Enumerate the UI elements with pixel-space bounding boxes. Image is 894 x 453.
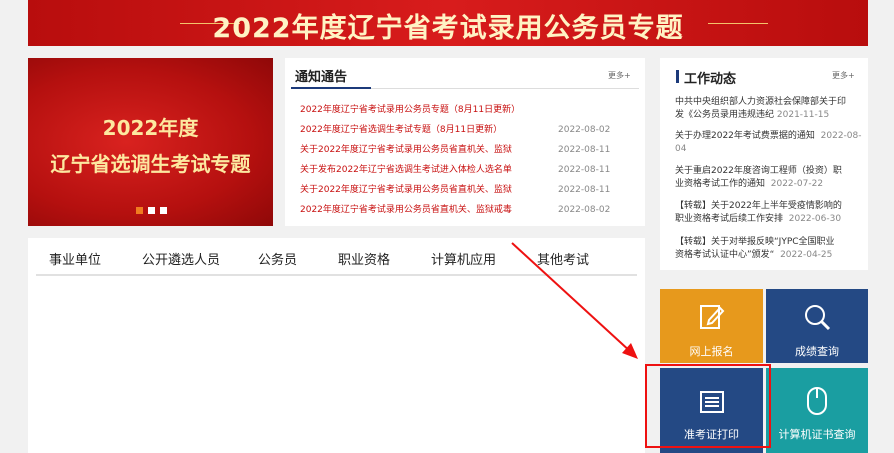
work-news-line[interactable]: 中共中央组织部人力资源社会保障部关于印 [675, 96, 865, 109]
magnifier-icon [805, 305, 831, 331]
promo-line-1: 2022年度 [102, 116, 199, 140]
work-more-link[interactable]: 更多+ [832, 70, 855, 81]
work-news-date: 2022-04-25 [780, 250, 833, 260]
promo-slide[interactable]: 2022年度 辽宁省选调生考试专题 [28, 58, 273, 226]
work-news-item[interactable]: 【转载】关于2022年上半年受疫情影响的 职业资格考试后续工作安排 2022-06… [675, 200, 865, 226]
notice-item[interactable]: 关于2022年度辽宁省考试录用公务员省直机关、监狱 2022-08-11 [300, 140, 640, 160]
notice-item-date: 2022-08-11 [558, 185, 611, 195]
tab-public-institution[interactable]: 事业单位 [49, 249, 101, 268]
notice-item-title[interactable]: 关于2022年度辽宁省考试录用公务员省直机关、监狱 [300, 145, 512, 155]
work-news-line[interactable]: 关于重启2022年度咨询工程师（投资）职 [675, 165, 865, 178]
notice-item[interactable]: 2022年度辽宁省考试录用公务员专题（8月11日更新） [300, 100, 640, 120]
promo-line-2: 辽宁省选调生考试专题 [50, 152, 251, 176]
edit-icon [699, 305, 724, 329]
online-registration-tile[interactable]: 网上报名 [660, 289, 763, 363]
notice-title: 通知通告 [295, 70, 348, 85]
work-news-line[interactable]: 【转载】关于2022年上半年受疫情影响的 [675, 200, 865, 213]
notice-item-date: 2022-08-11 [558, 165, 611, 175]
notice-item-title[interactable]: 关于发布2022年辽宁省选调生考试进入体检人选名单 [300, 165, 512, 175]
tab-professional-qualification[interactable]: 职业资格 [338, 249, 390, 268]
work-news-line[interactable]: 资格考试认证中心”颁发“ [675, 250, 774, 260]
notice-item-title[interactable]: 2022年度辽宁省考试录用公务员专题（8月11日更新） [300, 105, 520, 115]
tab-civil-servant[interactable]: 公务员 [258, 249, 297, 268]
work-news-panel: 工作动态 更多+ 中共中央组织部人力资源社会保障部关于印 发《公务员录用违规违纪 … [660, 58, 868, 270]
highlight-box [645, 364, 771, 448]
notice-list: 2022年度辽宁省考试录用公务员专题（8月11日更新） 2022年度辽宁省选调生… [300, 100, 640, 220]
score-query-label: 成绩查询 [795, 345, 839, 358]
work-news-item[interactable]: 中共中央组织部人力资源社会保障部关于印 发《公务员录用违规违纪 2021-11-1… [675, 96, 865, 122]
work-news-line[interactable]: 发《公务员录用违规违纪 [675, 110, 774, 120]
computer-certificate-query-tile[interactable]: 计算机证书查询 [766, 368, 868, 453]
carousel-dot-1[interactable] [136, 207, 143, 214]
work-news-line[interactable]: 业资格考试工作的通知 [675, 179, 765, 189]
banner-title: 2022年度辽宁省考试录用公务员专题 [212, 13, 684, 44]
notice-item-title[interactable]: 2022年度辽宁省考试录用公务员省直机关、监狱戒毒 [300, 205, 512, 215]
work-news-date: 2021-11-15 [776, 110, 830, 120]
computer-certificate-query-label: 计算机证书查询 [778, 428, 856, 441]
notice-more-link[interactable]: 更多+ [608, 70, 631, 81]
top-banner[interactable]: 2022年度辽宁省考试录用公务员专题 [28, 0, 868, 46]
carousel-dots [136, 207, 167, 214]
work-title: 工作动态 [684, 72, 737, 87]
work-news-line[interactable]: 职业资格考试后续工作安排 [675, 214, 783, 224]
carousel-dot-2[interactable] [148, 207, 155, 214]
work-news-line[interactable]: 关于办理2022年考试费票据的通知 [675, 131, 815, 141]
notice-panel: 通知通告 更多+ 2022年度辽宁省考试录用公务员专题（8月11日更新） 202… [285, 58, 645, 226]
work-title-marker [676, 70, 679, 83]
work-news-item[interactable]: 关于办理2022年考试费票据的通知 2022-08-04 [675, 130, 865, 156]
notice-item-title[interactable]: 2022年度辽宁省选调生考试专题（8月11日更新） [300, 125, 502, 135]
banner-right-rule [708, 23, 768, 24]
work-news-date: 2022-07-22 [770, 179, 824, 189]
score-query-tile[interactable]: 成绩查询 [766, 289, 868, 363]
notice-item-date: 2022-08-02 [558, 125, 611, 135]
work-news-item[interactable]: 关于重启2022年度咨询工程师（投资）职 业资格考试工作的通知 2022-07-2… [675, 165, 865, 191]
notice-item-date: 2022-08-02 [558, 205, 611, 215]
notice-item-date: 2022-08-11 [558, 145, 611, 155]
carousel-dot-3[interactable] [160, 207, 167, 214]
notice-item[interactable]: 关于发布2022年辽宁省选调生考试进入体检人选名单 2022-08-11 [300, 160, 640, 180]
notice-title-underline [291, 87, 371, 89]
tab-computer-application[interactable]: 计算机应用 [431, 249, 496, 268]
work-news-item[interactable]: 【转载】关于对举报反映“JYPC全国职业 资格考试认证中心”颁发“ 2022-04… [675, 236, 865, 262]
work-news-date: 2022-06-30 [788, 214, 842, 224]
notice-item[interactable]: 2022年度辽宁省选调生考试专题（8月11日更新） 2022-08-02 [300, 120, 640, 140]
notice-item[interactable]: 关于2022年度辽宁省考试录用公务员省直机关、监狱 2022-08-11 [300, 180, 640, 200]
mouse-icon [807, 387, 827, 415]
notice-item[interactable]: 2022年度辽宁省考试录用公务员省直机关、监狱戒毒 2022-08-02 [300, 200, 640, 220]
annotation-arrow-icon [511, 242, 638, 359]
work-news-line[interactable]: 【转载】关于对举报反映“JYPC全国职业 [675, 236, 865, 249]
notice-item-title[interactable]: 关于2022年度辽宁省考试录用公务员省直机关、监狱 [300, 185, 512, 195]
tab-public-selection[interactable]: 公开遴选人员 [142, 249, 220, 268]
online-registration-label: 网上报名 [689, 345, 734, 358]
